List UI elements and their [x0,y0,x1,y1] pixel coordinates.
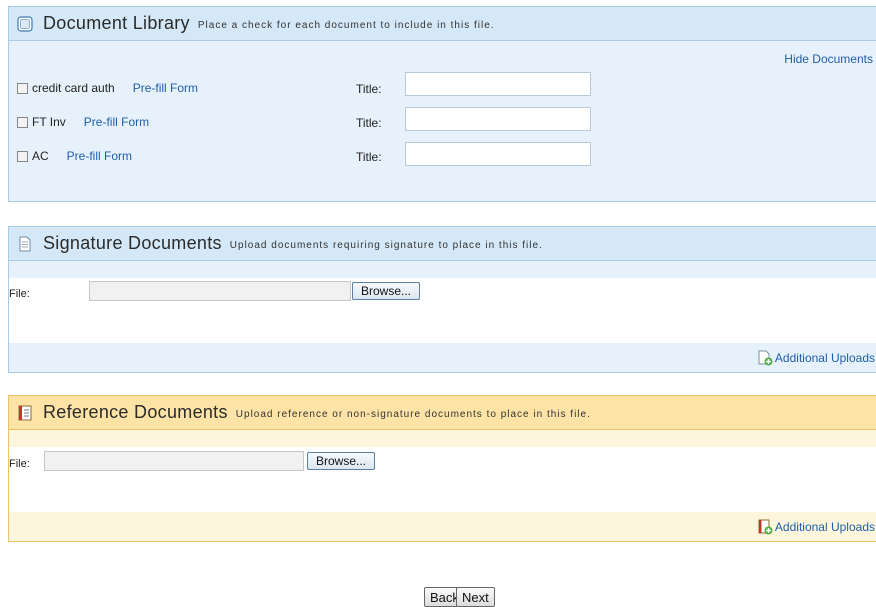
browse-button[interactable]: Browse... [352,282,421,300]
document-page-icon [19,236,31,251]
signature-band-bottom [9,343,876,372]
signature-band-top [9,261,876,278]
file-path-field[interactable] [89,281,351,301]
file-label: File: [9,288,30,300]
prefill-form-link[interactable]: Pre-fill Form [84,115,149,129]
library-doc-row: credit card auth Pre-fill Form [17,77,198,99]
signature-documents-subtitle: Upload documents requiring signature to … [229,240,543,251]
reference-band-top [9,430,876,447]
library-doc-row: FT Inv Pre-fill Form [17,111,149,133]
browse-button[interactable]: Browse... [307,452,376,470]
title-label: Title: [356,116,382,130]
signature-documents-panel: Signature Documents Upload documents req… [8,226,876,373]
doc-name: FT Inv [32,115,66,129]
signature-documents-header: Signature Documents Upload documents req… [9,227,876,261]
title-label: Title: [356,150,382,164]
doc-name: AC [32,149,49,163]
additional-uploads-link[interactable]: Additional Uploads [757,519,875,535]
reference-documents-panel: Reference Documents Upload reference or … [8,395,876,542]
reference-documents-subtitle: Upload reference or non-signature docume… [235,409,591,420]
additional-uploads-link[interactable]: Additional Uploads [757,350,875,366]
document-library-panel: Document Library Place a check for each … [8,6,876,202]
doc-checkbox[interactable] [17,150,28,162]
doc-checkbox[interactable] [17,116,28,128]
additional-uploads-label: Additional Uploads [774,520,875,534]
doc-name: credit card auth [32,81,115,95]
title-input[interactable] [405,72,591,96]
doc-checkbox[interactable] [17,82,28,94]
title-input[interactable] [405,107,591,131]
library-doc-row: AC Pre-fill Form [17,145,132,167]
add-reference-icon [758,519,773,535]
document-library-icon [17,15,33,32]
document-library-title: Document Library [43,13,190,33]
file-path-field[interactable] [44,451,304,471]
additional-uploads-label: Additional Uploads [774,351,875,365]
reference-documents-title: Reference Documents [43,402,228,422]
file-label: File: [9,458,30,470]
hide-documents-link[interactable]: Hide Documents [784,52,873,66]
reference-documents-header: Reference Documents Upload reference or … [9,396,876,430]
title-label: Title: [356,82,382,96]
prefill-form-link[interactable]: Pre-fill Form [133,81,198,95]
reference-band-bottom [9,512,876,541]
prefill-form-link[interactable]: Pre-fill Form [67,149,132,163]
reference-doc-icon [18,405,32,420]
next-button[interactable]: Next [456,587,495,607]
title-input[interactable] [405,142,591,166]
document-library-header: Document Library Place a check for each … [9,7,876,41]
add-file-icon [758,350,773,366]
document-library-subtitle: Place a check for each document to inclu… [197,20,495,31]
signature-documents-title: Signature Documents [43,233,222,253]
